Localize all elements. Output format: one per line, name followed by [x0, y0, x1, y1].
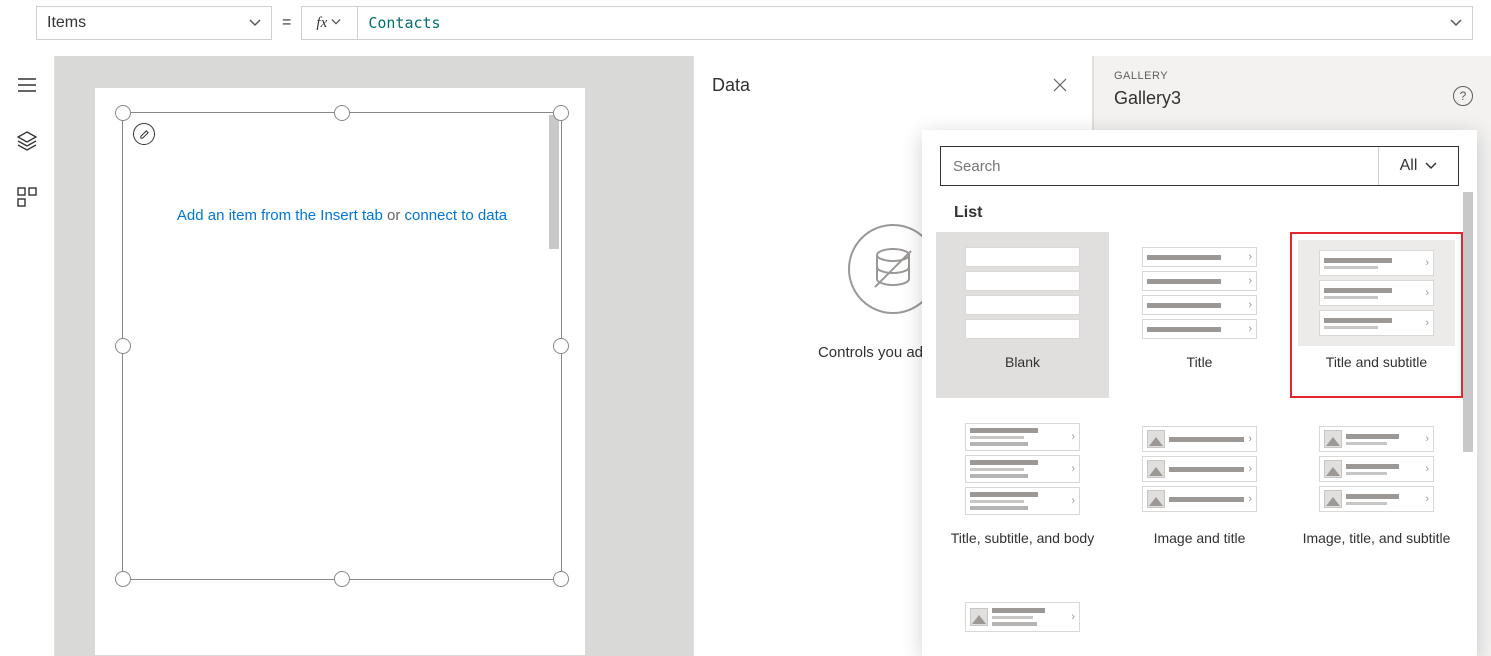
- tile-preview: › › ›: [1121, 416, 1278, 522]
- edit-icon[interactable]: [133, 123, 155, 145]
- layers-icon[interactable]: [16, 130, 38, 152]
- resize-handle[interactable]: [553, 571, 569, 587]
- fx-button[interactable]: fx: [301, 6, 357, 40]
- gallery-selection[interactable]: Add an item from the Insert tab or conne…: [122, 112, 562, 580]
- hamburger-icon[interactable]: [16, 74, 38, 96]
- connect-data-link[interactable]: connect to data: [405, 207, 508, 224]
- layout-search-input[interactable]: [941, 158, 1378, 175]
- close-icon[interactable]: [1046, 71, 1074, 99]
- gallery-hint: Add an item from the Insert tab or conne…: [123, 207, 561, 224]
- resize-handle[interactable]: [115, 338, 131, 354]
- fx-label: fx: [316, 15, 327, 32]
- tile-label: Image, title, and subtitle: [1298, 530, 1455, 566]
- layout-search-row: All: [940, 146, 1459, 186]
- tile-label: Blank: [944, 354, 1101, 390]
- tile-label: Title, subtitle, and body: [944, 530, 1101, 566]
- equals-label: =: [282, 14, 291, 32]
- property-label: Items: [47, 14, 86, 32]
- chevron-down-icon: [249, 17, 261, 29]
- data-panel-header: Data: [694, 56, 1092, 114]
- formula-bar: Items = fx Contacts: [36, 6, 1473, 40]
- formula-text: Contacts: [368, 14, 440, 32]
- layout-section-title: List: [954, 204, 1477, 222]
- layout-tile-image-title-subtitle[interactable]: › › › Image, title, and subtitle: [1290, 408, 1463, 574]
- layout-flyout: All List Blank › › › › Title: [922, 130, 1477, 656]
- filter-label: All: [1400, 157, 1418, 175]
- tile-label: Image and title: [1121, 530, 1278, 566]
- left-rail: [0, 56, 55, 656]
- tile-preview: ›: [944, 592, 1101, 634]
- resize-handle[interactable]: [115, 105, 131, 121]
- resize-handle[interactable]: [553, 338, 569, 354]
- help-icon[interactable]: ?: [1453, 86, 1473, 106]
- apps-icon[interactable]: [16, 186, 38, 208]
- hint-mid: or: [383, 207, 405, 224]
- layout-tile-blank[interactable]: Blank: [936, 232, 1109, 398]
- layout-tile-title[interactable]: › › › › Title: [1113, 232, 1286, 398]
- chevron-down-icon: [1450, 17, 1462, 29]
- scrollbar[interactable]: [1463, 192, 1473, 452]
- tile-preview: › › ›: [944, 416, 1101, 522]
- layout-tile-title-subtitle[interactable]: › › › Title and subtitle: [1290, 232, 1463, 398]
- chevron-down-icon: [331, 17, 343, 29]
- formula-input[interactable]: Contacts: [357, 6, 1473, 40]
- resize-handle[interactable]: [553, 105, 569, 121]
- resize-handle[interactable]: [334, 105, 350, 121]
- property-dropdown[interactable]: Items: [36, 6, 272, 40]
- resize-handle[interactable]: [334, 571, 350, 587]
- insert-hint-link[interactable]: Add an item from the Insert tab: [177, 207, 383, 224]
- data-panel-title: Data: [712, 75, 750, 96]
- layout-filter-dropdown[interactable]: All: [1378, 147, 1458, 185]
- gallery-panel-label: GALLERY: [1114, 70, 1471, 82]
- tile-preview: [944, 240, 1101, 346]
- tile-label: Title: [1121, 354, 1278, 390]
- layout-tile-title-subtitle-body[interactable]: › › › Title, subtitle, and body: [936, 408, 1109, 574]
- phone-frame: Add an item from the Insert tab or conne…: [95, 88, 585, 655]
- layout-tile-image-title[interactable]: › › › Image and title: [1113, 408, 1286, 574]
- chevron-down-icon: [1425, 160, 1437, 172]
- layout-tile-image-title-subtitle-body[interactable]: ›: [936, 584, 1109, 634]
- tile-label: Title and subtitle: [1298, 354, 1455, 390]
- tile-preview: › › ›: [1298, 416, 1455, 522]
- scrollbar[interactable]: [549, 115, 559, 249]
- layout-grid: Blank › › › › Title › › › Title and subt…: [936, 232, 1463, 634]
- tile-preview: › › ›: [1298, 240, 1455, 346]
- gallery-panel-name: Gallery3: [1114, 88, 1471, 109]
- tile-preview: › › › ›: [1121, 240, 1278, 346]
- resize-handle[interactable]: [115, 571, 131, 587]
